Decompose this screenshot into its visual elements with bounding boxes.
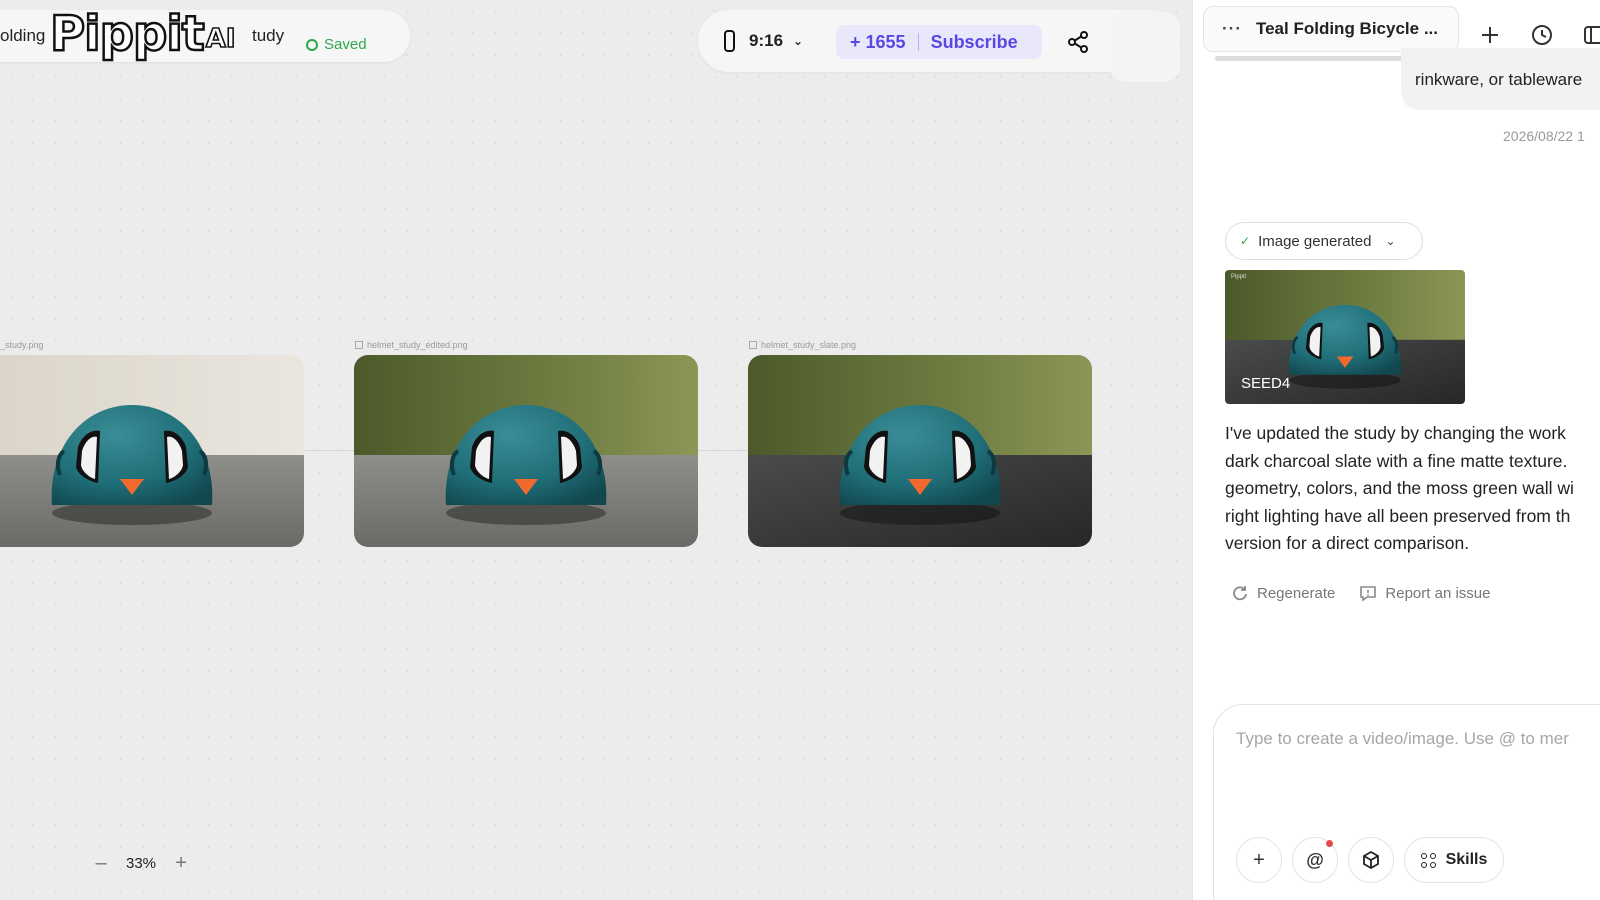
saved-label: Saved (324, 36, 367, 53)
message-timestamp: 2026/08/22 1 (1503, 128, 1585, 144)
subscribe-button[interactable]: Subscribe (931, 32, 1018, 53)
helmet-photo (0, 355, 304, 547)
generated-image-thumbnail[interactable]: Pippit SEED4 (1225, 270, 1465, 404)
skills-icon (1420, 852, 1436, 868)
prompt-composer[interactable]: Type to create a video/image. Use @ to m… (1213, 704, 1600, 900)
helmet-photo (354, 355, 698, 547)
zoom-out-button[interactable]: – (90, 852, 112, 875)
report-label: Report an issue (1385, 584, 1491, 602)
toolbar-extra-button[interactable] (1110, 12, 1180, 82)
share-icon[interactable] (1066, 30, 1090, 54)
refresh-icon (1233, 586, 1247, 601)
reply-line: dark charcoal slate with a fine matte te… (1225, 450, 1568, 471)
chat-title: Teal Folding Bicycle ... (1255, 19, 1438, 38)
saved-icon (306, 38, 318, 51)
reply-line: geometry, colors, and the moss green wal… (1225, 478, 1574, 498)
phone-icon (724, 30, 735, 52)
helmet-image-edited[interactable] (354, 355, 698, 547)
credits-count: + 1655 (850, 31, 906, 52)
reply-line: version for a direct comparison. (1225, 533, 1470, 553)
report-issue-button[interactable]: Report an issue (1359, 584, 1490, 602)
skills-button[interactable]: Skills (1404, 837, 1504, 883)
top-toolbar: 9:16 ⌄ + 1655 Subscribe (698, 10, 1180, 72)
chat-tab[interactable]: ··· Teal Folding Bicycle ... (1203, 6, 1459, 52)
filename: _study.png (0, 340, 44, 350)
image-filename-label: _study.png (0, 340, 43, 350)
zoom-level: 33% (126, 855, 157, 872)
divider (917, 33, 919, 51)
chevron-down-icon: ⌄ (1385, 234, 1396, 248)
image-file-icon (355, 341, 363, 349)
aspect-ratio-value: 9:16 (749, 31, 784, 50)
model-badge: SEED4 (1241, 375, 1291, 392)
new-chat-icon[interactable] (1479, 24, 1501, 46)
add-button[interactable]: + (1236, 837, 1282, 883)
sidebar-toggle-icon[interactable] (1583, 24, 1600, 46)
project-title-start: olding (0, 26, 46, 45)
helmet-image-slate[interactable] (748, 355, 1092, 547)
more-icon[interactable]: ··· (1222, 19, 1242, 39)
image-file-icon (749, 341, 757, 349)
chat-panel: ··· Teal Folding Bicycle ... rinkware, o… (1192, 0, 1600, 900)
regenerate-button[interactable]: Regenerate (1231, 584, 1335, 602)
image-generated-toggle[interactable]: ✓ Image generated ⌄ (1225, 222, 1423, 260)
watermark: Pippit (1231, 274, 1247, 280)
filename: helmet_study_edited.png (367, 340, 468, 350)
check-icon: ✓ (1240, 234, 1251, 248)
reply-line: I've updated the study by changing the w… (1225, 423, 1566, 443)
helmet-image-original[interactable] (0, 355, 304, 547)
history-icon[interactable] (1531, 24, 1553, 46)
tab-scrollbar[interactable] (1215, 56, 1411, 61)
assistant-reply: I've updated the study by changing the w… (1225, 420, 1600, 558)
saved-status: Saved (306, 36, 367, 53)
filename: helmet_study_slate.png (761, 340, 857, 350)
credits-subscribe[interactable]: + 1655 Subscribe (836, 25, 1042, 59)
pippit-logo: Pippit AI (49, 2, 237, 64)
mention-button[interactable]: @ (1292, 837, 1338, 883)
zoom-in-button[interactable]: + (170, 852, 192, 875)
node-connector (303, 450, 355, 451)
helmet-photo (748, 355, 1092, 547)
skills-label: Skills (1445, 851, 1488, 868)
canvas[interactable]: olding tudy Saved Pippit AI 9:16 ⌄ + 165… (0, 0, 1192, 900)
at-icon: @ (1306, 849, 1324, 870)
chevron-down-icon: ⌄ (793, 34, 804, 48)
image-filename-label: helmet_study_slate.png (749, 340, 856, 350)
zoom-control: – 33% + (90, 852, 192, 875)
notification-dot (1326, 840, 1333, 847)
canvas-control-fragment[interactable]: ) (0, 852, 1, 869)
image-filename-label: helmet_study_edited.png (355, 340, 468, 350)
status-label: Image generated (1258, 232, 1372, 250)
project-title-end: tudy (252, 26, 285, 45)
plus-icon: + (1253, 848, 1265, 871)
logo-ai: AI (205, 23, 236, 55)
cube-icon (1363, 850, 1379, 870)
project-title[interactable]: olding tudy (0, 26, 284, 46)
model-button[interactable] (1348, 837, 1394, 883)
aspect-ratio-selector[interactable]: 9:16 ⌄ (724, 30, 803, 52)
user-message: rinkware, or tableware (1401, 48, 1600, 110)
node-connector (698, 450, 750, 451)
prompt-input[interactable]: Type to create a video/image. Use @ to m… (1236, 729, 1569, 749)
report-icon (1360, 586, 1377, 602)
regenerate-label: Regenerate (1257, 584, 1336, 602)
logo-wordmark: Pippit (49, 5, 206, 64)
message-actions: Regenerate Report an issue (1231, 584, 1514, 602)
reply-line: right lighting have all been preserved f… (1225, 505, 1571, 526)
